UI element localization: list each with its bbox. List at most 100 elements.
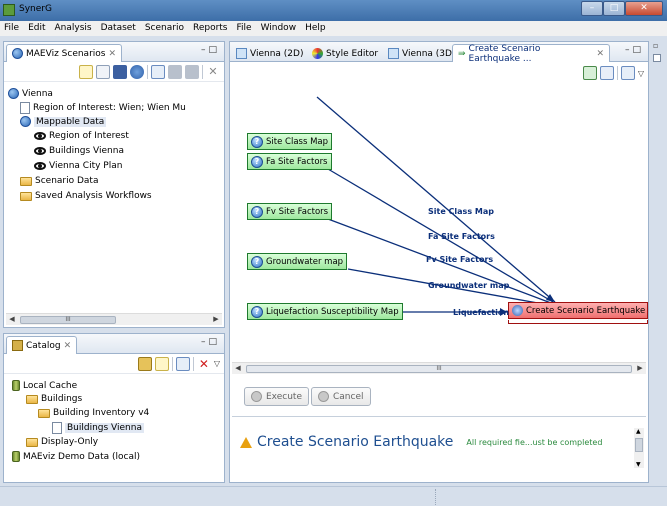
workflow-node-fa-site-factors[interactable]: ? Fa Site Factors: [247, 153, 332, 170]
tree-item-catalog-buildings-vienna[interactable]: Buildings Vienna: [52, 422, 144, 434]
globe-icon: [20, 116, 31, 127]
tree-item-vienna[interactable]: Vienna: [8, 88, 53, 99]
workflow-node-fv-site-factors[interactable]: ? Fv Site Factors: [247, 203, 333, 220]
minimized-view-icon[interactable]: [653, 54, 661, 62]
view-menu-icon[interactable]: ▽: [214, 359, 220, 368]
scroll-left-icon[interactable]: ◀: [232, 363, 244, 374]
window-controls: – □ ✕: [581, 1, 663, 17]
warning-icon: [240, 436, 252, 448]
tree-item-buildings-vienna[interactable]: Buildings Vienna: [34, 146, 124, 156]
scroll-thumb[interactable]: III: [246, 365, 632, 373]
separator: [202, 64, 203, 79]
gear-icon: [512, 305, 523, 316]
menu-bar: File Edit Analysis Dataset Scenario Repo…: [0, 21, 667, 36]
menu-help[interactable]: Help: [305, 21, 326, 36]
editor-area: Vienna (2D) Style Editor Vienna (3D) ⇛ C…: [229, 41, 649, 483]
menu-window[interactable]: Window: [261, 21, 297, 36]
tree-item-saved-workflows[interactable]: Saved Analysis Workflows: [20, 191, 152, 201]
close-button[interactable]: ✕: [625, 1, 663, 16]
edge-label-fa-site-factors: Fa Site Factors: [428, 232, 495, 241]
message-scrollbar[interactable]: ▲ ▼: [634, 428, 644, 468]
edge-label-groundwater-map: Groundwater map: [428, 281, 510, 290]
database-icon: [12, 451, 20, 462]
scenarios-panel: MAEViz Scenarios ✕ –□ ✕ Vienna Region of…: [3, 41, 225, 328]
tree-item-mappable-data[interactable]: Mappable Data: [20, 116, 107, 127]
globe-icon: [8, 88, 19, 99]
close-tab-icon[interactable]: ✕: [108, 49, 116, 59]
move-up-icon[interactable]: [185, 64, 199, 79]
scenarios-tab[interactable]: MAEViz Scenarios ✕: [6, 44, 123, 62]
execute-icon: [251, 391, 262, 402]
scroll-thumb[interactable]: [635, 438, 643, 452]
info-icon: ?: [251, 255, 263, 268]
catalog-toolbar: ✕ ▽: [4, 354, 224, 374]
restore-icon[interactable]: ▫: [653, 41, 667, 50]
tree-item-display-only[interactable]: Display-Only: [26, 437, 98, 447]
menu-reports[interactable]: Reports: [193, 21, 228, 36]
menu-file-2[interactable]: File: [237, 21, 252, 36]
scroll-right-icon[interactable]: ▶: [210, 314, 222, 325]
close-tab-icon[interactable]: ✕: [64, 341, 72, 351]
menu-scenario[interactable]: Scenario: [145, 21, 184, 36]
catalog-tab-row: Catalog ✕ –□: [4, 334, 224, 354]
info-icon: ?: [251, 135, 263, 148]
cancel-icon: [318, 391, 329, 402]
workflow-node-site-class-map[interactable]: ? Site Class Map: [247, 133, 333, 150]
status-bar: [0, 486, 667, 506]
delete-icon[interactable]: ✕: [206, 65, 220, 79]
gear-icon[interactable]: [130, 64, 144, 79]
scroll-right-icon[interactable]: ▶: [634, 363, 646, 374]
menu-dataset[interactable]: Dataset: [101, 21, 136, 36]
tree-item-region-of-interest[interactable]: Region of Interest: Wien; Wien Mu: [20, 102, 186, 114]
menu-file[interactable]: File: [4, 21, 19, 36]
catalog-panel: Catalog ✕ –□ ✕ ▽ Local Cache Buildings B…: [3, 333, 225, 483]
execute-button[interactable]: Execute: [244, 387, 309, 406]
catalog-tab[interactable]: Catalog ✕: [6, 336, 78, 354]
maximize-button[interactable]: □: [603, 1, 625, 16]
tree-item-demo-data[interactable]: MAEviz Demo Data (local): [12, 451, 140, 462]
tree-item-buildings[interactable]: Buildings: [26, 394, 82, 404]
refresh-icon[interactable]: [151, 64, 165, 79]
workflow-node-liquefaction-map[interactable]: ? Liquefaction Susceptibility Map: [247, 303, 403, 320]
scroll-up-icon[interactable]: ▲: [636, 428, 641, 435]
add-repository-icon[interactable]: [137, 356, 152, 371]
refresh-icon[interactable]: [175, 356, 190, 371]
panel-minmax-icons[interactable]: –□: [201, 45, 220, 55]
tree-item-vienna-city-plan[interactable]: Vienna City Plan: [34, 161, 122, 171]
target-node-underline: [508, 320, 648, 324]
menu-analysis[interactable]: Analysis: [55, 21, 92, 36]
message-title: Create Scenario Earthquake: [257, 434, 454, 450]
table-icon[interactable]: [113, 64, 127, 79]
move-down-icon[interactable]: [168, 64, 182, 79]
delete-icon[interactable]: ✕: [197, 357, 211, 371]
eye-icon: [34, 147, 46, 155]
scenarios-toolbar: ✕: [4, 62, 224, 82]
tree-item-local-cache[interactable]: Local Cache: [12, 380, 77, 391]
tree-item-building-inventory[interactable]: Building Inventory v4: [38, 408, 149, 418]
separator: [147, 64, 148, 79]
edge-label-liquefaction: Liquefaction: [453, 308, 510, 317]
catalog-icon: [12, 340, 23, 351]
scenarios-horizontal-scrollbar[interactable]: ◀ III ▶: [6, 313, 222, 325]
panel-minmax-icons[interactable]: –□: [201, 337, 220, 347]
workflow-node-create-scenario-earthquake[interactable]: Create Scenario Earthquake: [508, 302, 648, 319]
new-scenario-icon[interactable]: [79, 64, 93, 79]
workflow-horizontal-scrollbar[interactable]: ◀ III ▶: [232, 362, 646, 374]
scroll-left-icon[interactable]: ◀: [6, 314, 18, 325]
menu-edit[interactable]: Edit: [28, 21, 45, 36]
info-icon: ?: [251, 205, 263, 218]
tree-item-scenario-data[interactable]: Scenario Data: [20, 176, 98, 186]
workflow-node-groundwater-map[interactable]: ? Groundwater map: [247, 253, 348, 270]
folder-icon: [38, 408, 50, 418]
tree-item-region-layer[interactable]: Region of Interest: [34, 131, 129, 141]
separator: [192, 356, 194, 371]
minimize-button[interactable]: –: [581, 1, 603, 16]
cancel-button[interactable]: Cancel: [311, 387, 371, 406]
title-bar: SynerG – □ ✕: [0, 0, 667, 21]
new-doc-icon[interactable]: [96, 64, 110, 79]
edge-label-site-class-map: Site Class Map: [428, 207, 494, 216]
scroll-down-icon[interactable]: ▼: [636, 461, 641, 468]
new-folder-icon[interactable]: [154, 356, 169, 371]
scroll-thumb[interactable]: III: [20, 316, 116, 324]
separator: [171, 356, 173, 371]
